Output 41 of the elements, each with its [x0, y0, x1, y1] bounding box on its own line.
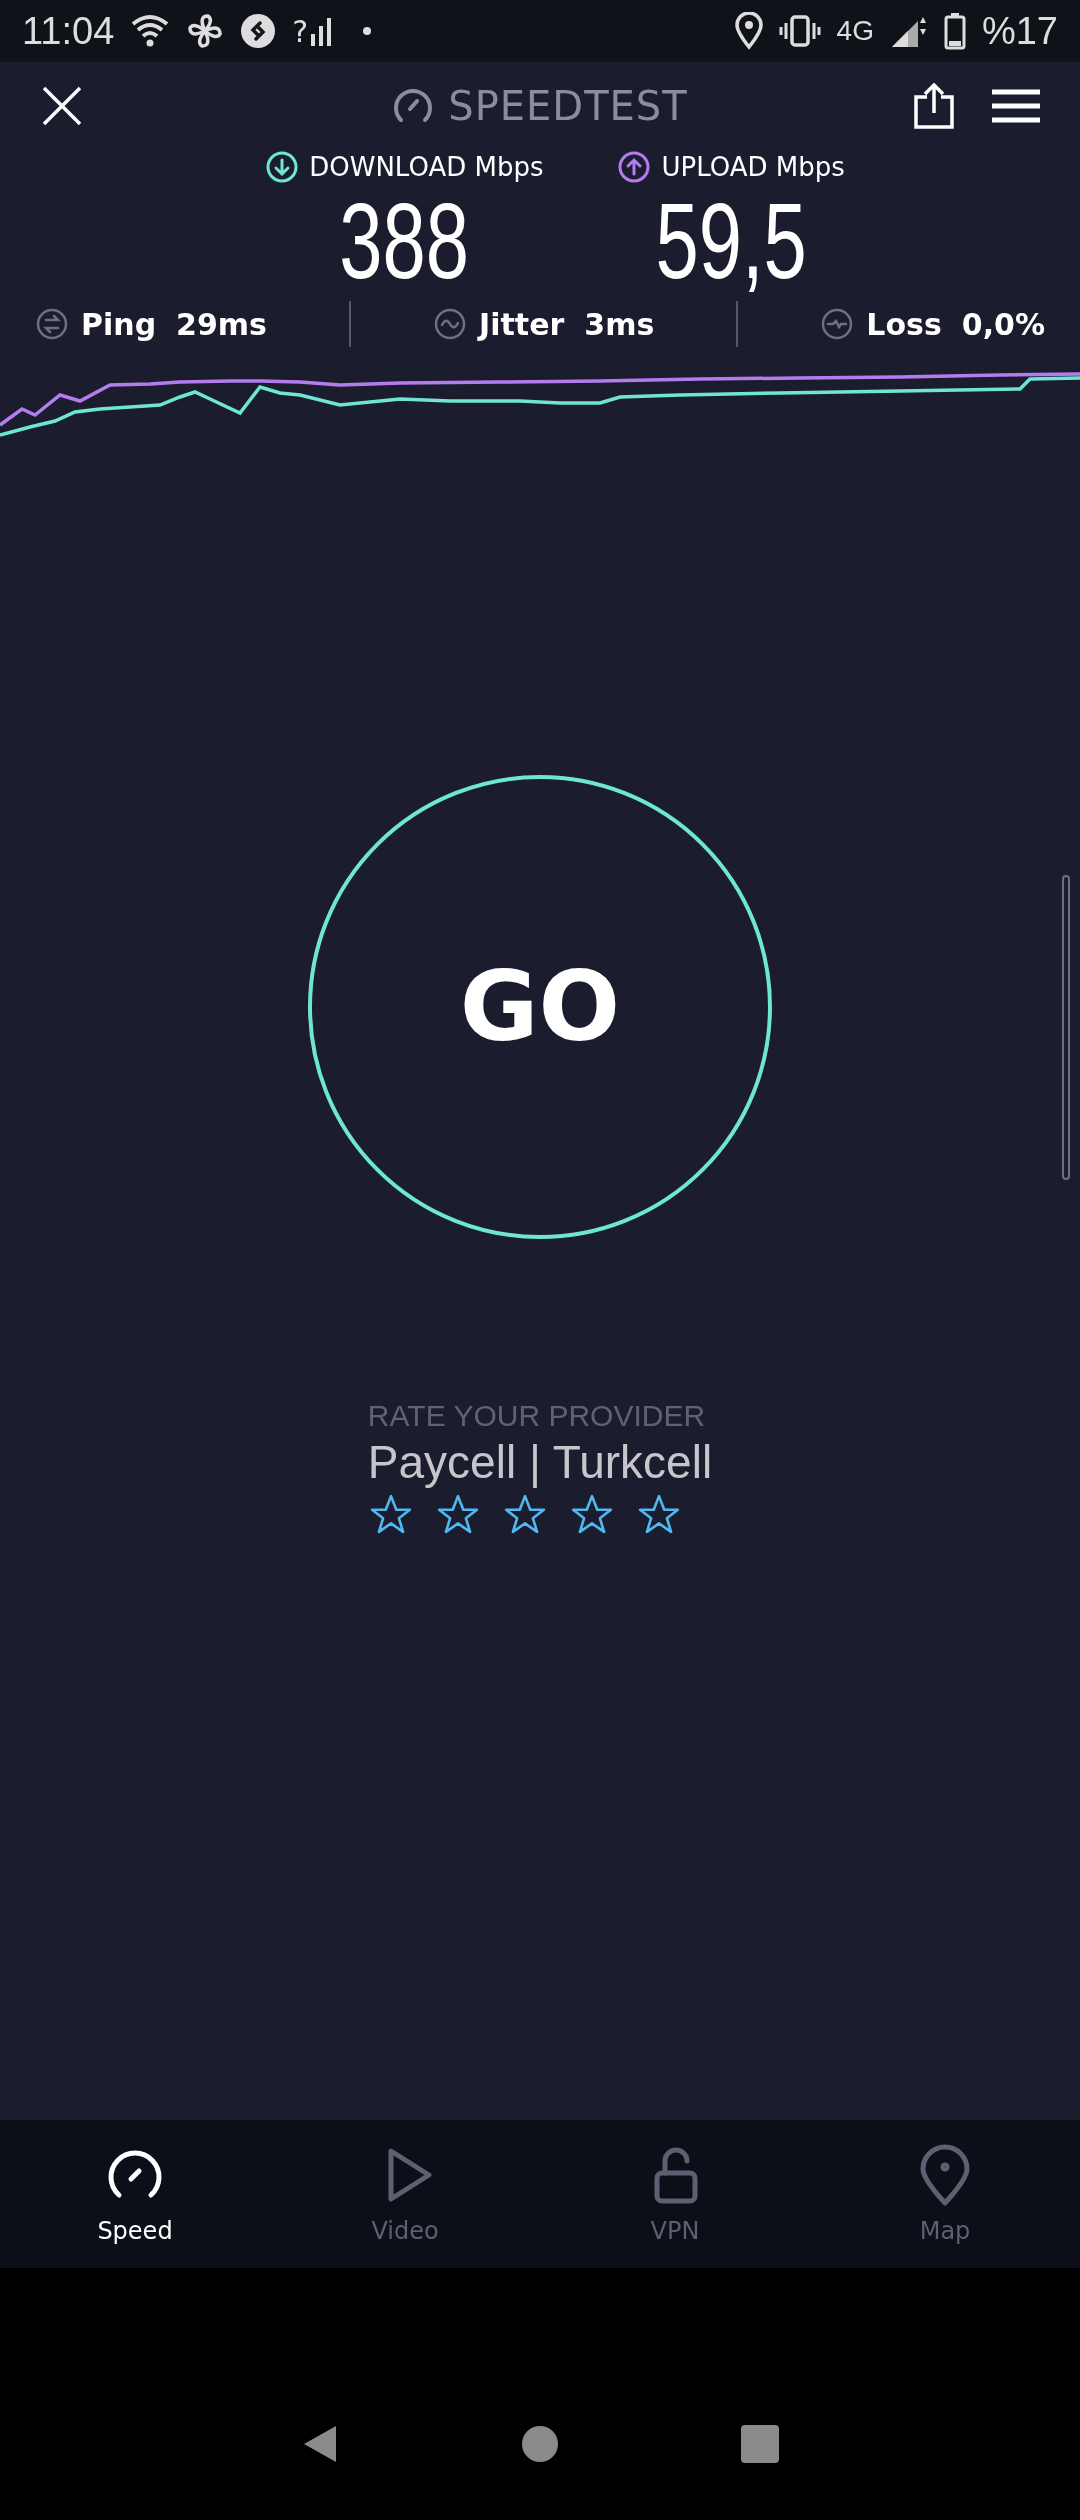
wave-icon	[433, 307, 467, 342]
provider-name: Paycell | Turkcell	[367, 1435, 713, 1490]
battery-icon	[943, 12, 966, 50]
metric-label: DOWNLOAD Mbps	[309, 152, 544, 182]
ping-icon	[35, 307, 69, 342]
stat-label: Jitter	[479, 306, 565, 342]
app-title: SPEEDTEST	[448, 83, 688, 129]
nav-tab[interactable]: Speed	[0, 2120, 270, 2268]
nav-tab[interactable]: Map	[810, 2120, 1080, 2268]
gauge-icon	[392, 88, 435, 124]
vibrate-icon	[778, 13, 821, 49]
metric-value: 59,5	[655, 184, 807, 298]
wifi-icon	[130, 13, 171, 49]
nav-tab[interactable]: VPN	[540, 2120, 810, 2268]
pinwheel-icon	[186, 12, 225, 50]
stat-label: Loss	[866, 306, 942, 342]
menu-icon[interactable]	[992, 88, 1040, 124]
go-button[interactable]: GO	[308, 775, 772, 1240]
stat-label: Ping	[81, 306, 157, 342]
download-icon	[265, 150, 300, 184]
metric-value: 388	[339, 184, 470, 298]
upload-icon	[617, 150, 652, 184]
loss-icon	[820, 307, 855, 342]
stat-value: 0,0%	[961, 306, 1045, 342]
share-icon[interactable]	[912, 83, 956, 129]
rate-prompt: RATE YOUR PROVIDER	[367, 1399, 706, 1434]
stat-value: 3ms	[584, 306, 655, 342]
metric-label: UPLOAD Mbps	[661, 152, 845, 182]
notification-dot-icon	[362, 26, 373, 36]
scrollbar[interactable]	[1062, 875, 1070, 1180]
battery-percent: %17	[981, 9, 1058, 53]
network-type: 4G	[836, 15, 874, 47]
clock: 11:04	[22, 9, 115, 53]
stat-value: 29ms	[176, 306, 267, 342]
nav-tab[interactable]: Video	[270, 2120, 540, 2268]
close-icon[interactable]	[40, 84, 84, 128]
recents-icon[interactable]	[740, 2424, 780, 2464]
no-sim-mark: ?	[292, 13, 309, 49]
location-icon	[734, 12, 763, 50]
signal-bars-icon	[310, 16, 333, 46]
home-icon[interactable]	[520, 2424, 560, 2464]
